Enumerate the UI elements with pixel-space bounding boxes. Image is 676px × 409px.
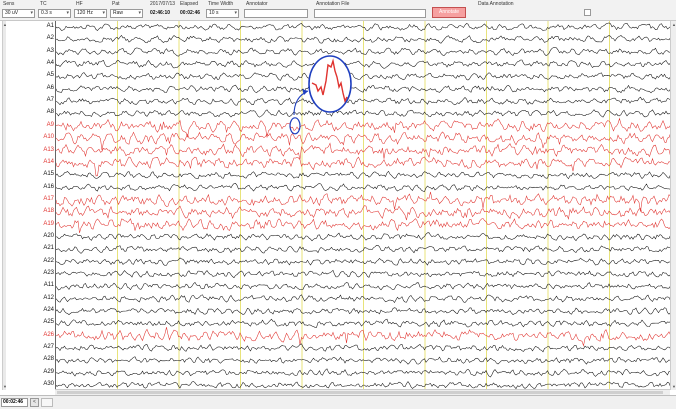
channel-label: A5 xyxy=(46,72,54,79)
channel-label: A24 xyxy=(43,307,54,314)
status-bar: 00:02:46 < xyxy=(0,395,676,409)
channel-label: A30 xyxy=(43,381,54,388)
tc-select[interactable]: 0.3 s ▾ xyxy=(38,9,71,18)
channel-label: A3 xyxy=(46,47,54,54)
annotate-button[interactable]: Annotate xyxy=(432,7,466,18)
channel-label: A27 xyxy=(43,344,54,351)
channel-label: A17 xyxy=(43,195,54,202)
elapsed-value: 00:02:46 xyxy=(180,10,201,16)
chevron-down-icon: ▾ xyxy=(30,10,33,16)
chevron-down-icon: ▾ xyxy=(66,10,69,16)
scroll-up-icon[interactable]: ▲ xyxy=(671,22,676,27)
eeg-plot-area[interactable] xyxy=(55,21,671,390)
data-annotation-label: Data Annotation xyxy=(478,1,514,7)
chevron-down-icon: ▾ xyxy=(102,10,105,16)
time-width-value: 10 s xyxy=(209,10,219,16)
channel-label: A6 xyxy=(46,84,54,91)
channel-label: A13 xyxy=(43,146,54,153)
tc-value: 0.3 s xyxy=(41,10,52,16)
channel-label: A20 xyxy=(43,232,54,239)
channel-label: A12 xyxy=(43,294,54,301)
channel-label: A4 xyxy=(46,60,54,67)
channel-label: A11 xyxy=(43,282,54,289)
previous-button[interactable]: < xyxy=(30,398,39,407)
eeg-traces xyxy=(55,21,671,390)
annotation-file-input[interactable] xyxy=(314,9,426,18)
status-field xyxy=(41,398,53,407)
channel-label: A22 xyxy=(43,257,54,264)
time-width-select[interactable]: 10 s ▾ xyxy=(206,9,239,18)
channel-label: A18 xyxy=(43,208,54,215)
clock-value: 02:46:10 xyxy=(150,10,171,16)
data-annotation-checkbox[interactable] xyxy=(584,9,591,16)
vertical-scrollbar[interactable]: ▲ ▼ xyxy=(670,21,676,390)
channel-label: A2 xyxy=(46,35,54,42)
annotation-marker-circle xyxy=(289,117,301,135)
hf-value: 120 Hz xyxy=(77,10,93,16)
hf-label: HF xyxy=(76,1,83,7)
channel-label-column: A1 A2 A3 A4 A5 A6 A7 A8 A9 A10 A13 A14 A15 A16 A17 A18 A… xyxy=(6,21,55,390)
pat-label: Pat xyxy=(112,1,120,7)
channel-label: A15 xyxy=(43,171,54,178)
channel-label: A23 xyxy=(43,270,54,276)
chevron-down-icon: ▾ xyxy=(138,10,141,16)
sens-value: 30 uV xyxy=(5,10,19,16)
hf-select[interactable]: 120 Hz ▾ xyxy=(74,9,107,18)
sens-label: Sens xyxy=(3,1,15,7)
channel-label: A16 xyxy=(43,183,54,190)
channel-label: A26 xyxy=(43,331,54,338)
tc-label: TC xyxy=(40,1,47,7)
time-width-label: Time Width xyxy=(208,1,234,7)
scroll-down-icon[interactable]: ▼ xyxy=(671,384,676,389)
toolbar: Sens 30 uV ▾ TC 0.3 s ▾ HF 120 Hz ▾ Pat Raw… xyxy=(0,0,676,21)
sens-select[interactable]: 30 uV ▾ xyxy=(2,9,35,18)
date-label: 2017/07/13 xyxy=(150,1,176,7)
status-time: 00:02:46 xyxy=(1,398,28,407)
channel-label: A9 xyxy=(46,121,54,128)
scrollbar-thumb[interactable] xyxy=(57,391,663,394)
annotator-input[interactable] xyxy=(244,9,308,18)
channel-label: A19 xyxy=(43,220,54,227)
chevron-down-icon: ▾ xyxy=(234,10,237,16)
channel-label: A8 xyxy=(46,109,54,116)
channel-label: A14 xyxy=(43,158,54,165)
annotation-file-label: Annotation File xyxy=(316,1,350,7)
elapsed-label: Elapsed xyxy=(180,1,199,7)
channel-label: A21 xyxy=(43,245,54,252)
pat-select[interactable]: Raw ▾ xyxy=(110,9,143,18)
channel-label: A28 xyxy=(43,356,54,363)
channel-label: A25 xyxy=(43,319,54,326)
annotation-arrow xyxy=(293,90,309,116)
channel-label: A7 xyxy=(46,97,54,104)
channel-label: A10 xyxy=(43,134,54,141)
channel-label: A1 xyxy=(46,23,54,29)
channel-label: A29 xyxy=(43,368,54,375)
annotator-label: Annotator xyxy=(246,1,268,7)
pat-value: Raw xyxy=(113,10,124,16)
